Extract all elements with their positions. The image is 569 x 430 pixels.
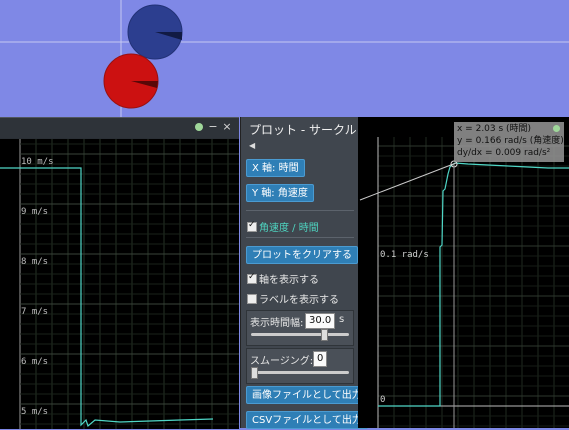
time-width-input[interactable]: 30.0 [305,313,336,329]
readout-y: y = 0.166 rad/s (角速度) [457,136,564,146]
time-width-slider[interactable] [251,329,349,341]
save-image-button[interactable]: 画像ファイルとして出力 [246,386,368,404]
angular-velocity-plot[interactable]: 0.1 rad/s 0 [358,117,569,428]
series-checkbox[interactable]: 角速度 / 時間 [247,219,319,234]
disk-blue[interactable] [127,4,183,60]
readout-slope: dy/dx = 0.009 rad/s² [457,148,551,158]
triangle-left-icon[interactable]: ◀ [249,141,255,150]
smoothing-control: スムージング: 0 [246,348,354,384]
close-icon[interactable]: × [221,121,233,133]
time-width-control: 表示時間幅: 30.0 s [246,310,354,346]
y-tick-label: 5 m/s [21,407,48,417]
y-tick-label: 0 [380,395,385,405]
velocity-graph-window: − × 10 m/s 9 m/s 8 m/s 7 m/s 6 m/s 5 m/s [0,117,239,429]
checkbox-icon[interactable] [247,220,257,232]
plot-readout-tooltip: x = 2.03 s (時間) y = 0.166 rad/s (角速度) dy… [454,122,564,162]
y-axis-button[interactable]: Y 軸: 角速度 [246,184,314,202]
smoothing-input[interactable]: 0 [313,351,328,367]
clear-plot-button[interactable]: プロットをクリアする [246,246,358,264]
slider-thumb[interactable] [251,367,258,379]
save-csv-button[interactable]: CSVファイルとして出力 [246,411,368,429]
plot-grid [377,137,569,428]
readout-x: x = 2.03 s (時間) [457,124,532,134]
divider [246,237,354,238]
velocity-plot[interactable]: 10 m/s 9 m/s 8 m/s 7 m/s 6 m/s 5 m/s [0,139,239,429]
y-tick-label: 10 m/s [21,157,54,167]
y-tick-label: 8 m/s [21,257,48,267]
minimize-icon[interactable]: − [207,121,219,133]
checkbox-icon[interactable] [247,294,257,304]
window-titlebar[interactable]: − × [0,118,239,138]
x-axis-button[interactable]: X 軸: 時間 [246,159,305,177]
y-tick-label: 7 m/s [21,307,48,317]
slider-thumb[interactable] [320,329,328,341]
show-labels-checkbox[interactable]: ラベルを表示する [247,291,339,306]
plot-control-panel: プロット - サークル ◀ X 軸: 時間 Y 軸: 角速度 角速度 / 時間 … [240,117,368,429]
divider [246,210,354,211]
smoothing-slider[interactable] [251,367,349,379]
time-width-label: 表示時間幅: [250,318,304,329]
y-tick-label: 9 m/s [21,207,48,217]
time-width-unit: s [339,314,345,325]
pin-icon[interactable] [193,121,205,133]
y-tick-labels: 10 m/s 9 m/s 8 m/s 7 m/s 6 m/s 5 m/s [21,157,54,417]
simulation-canvas[interactable] [0,0,569,120]
show-axes-checkbox[interactable]: 軸を表示する [247,271,319,286]
y-tick-label: 6 m/s [21,357,48,367]
checkbox-icon[interactable] [247,272,257,284]
y-tick-label: 0.1 rad/s [380,250,429,260]
panel-title: プロット - サークル [249,123,357,137]
smoothing-label: スムージング: [250,356,314,367]
pin-icon[interactable] [553,125,560,132]
disk-red[interactable] [103,53,159,109]
plot-grid [19,139,239,429]
